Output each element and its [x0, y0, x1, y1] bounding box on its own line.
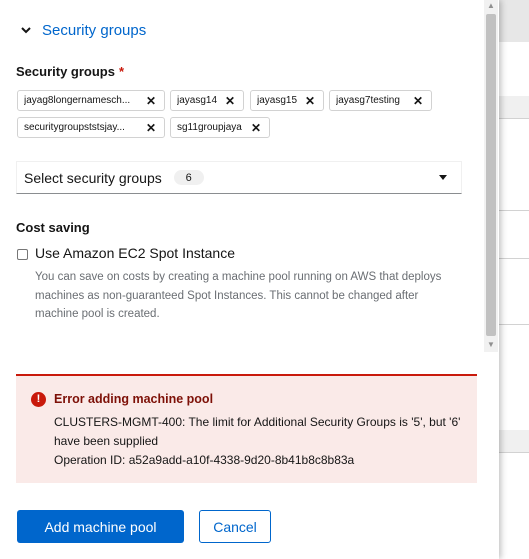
spot-instance-helper-text: You can save on costs by creating a mach…	[35, 271, 442, 320]
select-placeholder: Select security groups	[24, 169, 162, 186]
error-alert: ! Error adding machine pool CLUSTERS-MGM…	[16, 374, 477, 483]
security-groups-label-text: Security groups	[16, 64, 115, 79]
background-band	[499, 96, 529, 118]
spot-instance-checkbox[interactable]	[17, 249, 28, 260]
screen: Security groups Security groups * jayag8l…	[0, 0, 529, 559]
alert-title: Error adding machine pool	[54, 392, 214, 406]
chip-label: jayag8longernamesch...	[24, 95, 131, 106]
modal-scroll-area[interactable]: Security groups Security groups * jayag8l…	[0, 0, 499, 352]
background-page	[499, 0, 529, 559]
section-toggle-label: Security groups	[42, 21, 147, 39]
close-icon[interactable]: ✕	[301, 95, 319, 107]
security-groups-select[interactable]: Select security groups 6	[16, 161, 462, 194]
background-divider	[499, 258, 529, 259]
alert-operation-id: Operation ID: a52a9add-a10f-4338-9d20-8b…	[54, 453, 355, 467]
security-group-chip: jayasg7testing ✕	[329, 90, 432, 111]
alert-body: CLUSTERS-MGMT-400: The limit for Additio…	[54, 413, 469, 470]
add-machine-pool-modal: Security groups Security groups * jayag8l…	[0, 0, 499, 559]
background-divider	[499, 452, 529, 453]
caret-down-icon	[439, 175, 447, 180]
scrollbar-thumb[interactable]	[486, 14, 496, 336]
chip-label: jayasg7testing	[336, 95, 400, 106]
spot-instance-checkbox-label[interactable]: Use Amazon EC2 Spot Instance	[35, 245, 235, 261]
close-icon[interactable]: ✕	[221, 95, 239, 107]
close-icon[interactable]: ✕	[247, 122, 265, 134]
scroll-up-arrow-icon[interactable]: ▲	[487, 2, 495, 10]
close-icon[interactable]: ✕	[142, 95, 160, 107]
chip-label: securitygroupststsjay...	[24, 122, 125, 133]
background-header	[499, 0, 529, 42]
exclamation-circle-icon: !	[31, 392, 46, 407]
selected-count-badge: 6	[173, 170, 204, 185]
chevron-down-icon	[16, 20, 36, 40]
security-groups-label: Security groups *	[16, 64, 124, 79]
chip-label: jayasg14	[177, 95, 218, 106]
security-group-chip: jayasg15 ✕	[250, 90, 324, 111]
background-divider	[499, 210, 529, 211]
alert-message: CLUSTERS-MGMT-400: The limit for Additio…	[54, 415, 461, 448]
close-icon[interactable]: ✕	[409, 95, 427, 107]
required-marker: *	[118, 64, 125, 79]
scroll-down-arrow-icon[interactable]: ▼	[487, 341, 495, 349]
security-group-chip: jayag8longernamesch... ✕	[17, 90, 165, 111]
close-icon[interactable]: ✕	[142, 122, 160, 134]
cancel-button[interactable]: Cancel	[199, 510, 271, 543]
background-divider	[499, 118, 529, 119]
cost-saving-label: Cost saving	[16, 220, 90, 235]
security-group-chip: sg11groupjaya ✕	[170, 117, 270, 138]
chip-label: sg11groupjaya	[177, 122, 242, 133]
security-group-chip: securitygroupststsjay... ✕	[17, 117, 165, 138]
background-divider	[499, 324, 529, 325]
background-band	[499, 430, 529, 452]
security-group-chip: jayasg14 ✕	[170, 90, 244, 111]
chip-label: jayasg15	[257, 95, 298, 106]
add-machine-pool-button[interactable]: Add machine pool	[17, 510, 184, 543]
security-groups-section-toggle[interactable]: Security groups	[16, 20, 146, 40]
